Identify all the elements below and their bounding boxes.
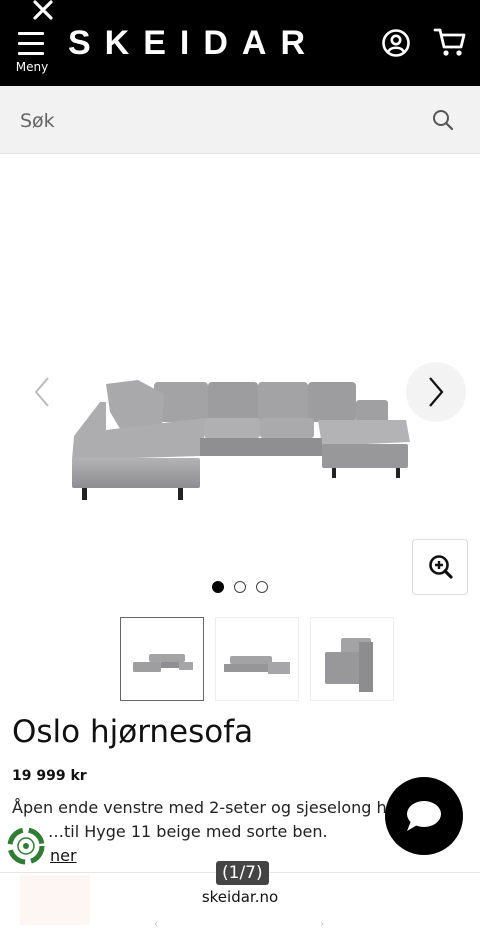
chevron-right-icon[interactable]: ›	[320, 919, 324, 930]
chat-bubble-icon	[407, 801, 441, 831]
product-image[interactable]	[66, 372, 416, 508]
product-description: Åpen ende venstre med 2-seter og sjeselo…	[12, 796, 392, 844]
chevron-right-icon	[429, 377, 444, 407]
gallery-dots	[210, 580, 274, 594]
thumbnail[interactable]	[215, 617, 299, 701]
thumbnail[interactable]	[120, 617, 204, 701]
chevron-left-icon	[34, 377, 49, 407]
site-header: Meny SKEIDAR	[0, 0, 480, 86]
page-counter: (1/7)	[216, 861, 269, 885]
search-icon[interactable]	[431, 108, 455, 132]
product-title: Oslo hjørnesofa	[12, 714, 254, 750]
chevron-left-icon[interactable]: ‹	[154, 919, 158, 930]
search-input[interactable]	[20, 106, 400, 136]
close-icon[interactable]	[30, 0, 56, 22]
hamburger-icon	[18, 32, 44, 56]
url-domain[interactable]: skeidar.no	[0, 888, 480, 906]
eco-badge-icon[interactable]	[7, 827, 45, 865]
menu-label: Meny	[15, 60, 49, 74]
product-price: 19 999 kr	[12, 768, 87, 784]
menu-button[interactable]: Meny	[12, 30, 50, 76]
zoom-in-icon	[429, 555, 453, 579]
description-line: Åpen ende venstre med 2-seter og sjeselo…	[12, 798, 387, 817]
brand-logo[interactable]: SKEIDAR	[68, 24, 330, 62]
gallery-prev-button[interactable]	[12, 362, 72, 422]
shopping-cart-icon[interactable]	[433, 26, 467, 58]
thumbnail-strip	[118, 617, 398, 703]
gallery-dot[interactable]	[234, 581, 246, 593]
thumbnail[interactable]	[310, 617, 394, 701]
gallery-dot[interactable]	[256, 581, 268, 593]
gallery-next-button[interactable]	[406, 362, 466, 422]
zoom-button[interactable]	[412, 539, 468, 595]
description-line: …til Hyge 11 beige med sorte ben.	[48, 822, 328, 841]
gallery-dot[interactable]	[212, 581, 224, 593]
read-more-link[interactable]: ner	[50, 846, 77, 865]
chat-button[interactable]	[385, 777, 463, 855]
user-circle-icon[interactable]	[381, 28, 411, 58]
search-bar	[0, 86, 480, 154]
